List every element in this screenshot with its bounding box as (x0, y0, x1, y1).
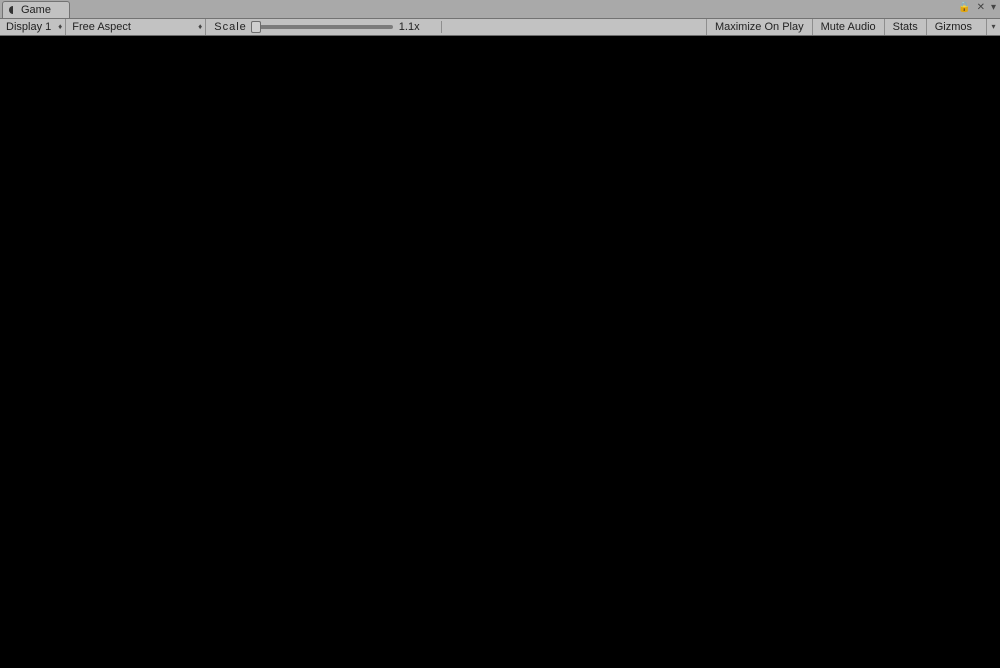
tab-bar: Game 🔒 ✕ ▾ (0, 0, 1000, 18)
scale-label: Scale (214, 21, 247, 33)
close-icon[interactable]: ✕ (977, 2, 985, 13)
display-label: Display 1 (6, 21, 51, 33)
aspect-label: Free Aspect (72, 21, 131, 33)
gizmos-dropdown-arrow[interactable]: ▾ (986, 19, 1000, 35)
scale-value: 1.1x (399, 21, 433, 33)
chevron-down-icon: ♦ (198, 23, 202, 31)
toolbar-left-group: Display 1 ♦ Free Aspect ♦ Scale 1.1x (0, 19, 442, 35)
tab-bar-right-icons: 🔒 ✕ ▾ (958, 2, 996, 13)
toolbar-right-group: Maximize On Play Mute Audio Stats Gizmos… (706, 19, 1000, 35)
stats-label: Stats (893, 21, 918, 33)
scale-control: Scale 1.1x (206, 21, 442, 33)
window-menu-icon[interactable]: ▾ (991, 2, 996, 13)
game-viewport (0, 36, 1000, 668)
chevron-down-icon: ♦ (58, 23, 62, 31)
tab-game[interactable]: Game (2, 1, 70, 18)
chevron-down-icon: ▾ (991, 23, 995, 31)
maximize-on-play-button[interactable]: Maximize On Play (706, 19, 812, 35)
tab-label: Game (21, 4, 51, 16)
mute-label: Mute Audio (821, 21, 876, 33)
lock-icon[interactable]: 🔒 (958, 2, 970, 13)
scale-slider-thumb[interactable] (251, 21, 261, 33)
display-dropdown[interactable]: Display 1 ♦ (0, 19, 66, 35)
stats-button[interactable]: Stats (884, 19, 926, 35)
gizmos-label: Gizmos (935, 21, 972, 33)
aspect-dropdown[interactable]: Free Aspect ♦ (66, 19, 206, 35)
scale-slider[interactable] (253, 25, 393, 29)
mute-audio-button[interactable]: Mute Audio (812, 19, 884, 35)
game-tab-icon (9, 5, 17, 15)
maximize-label: Maximize On Play (715, 21, 804, 33)
toolbar-spacer (442, 19, 706, 35)
gizmos-dropdown[interactable]: Gizmos (926, 19, 986, 35)
game-toolbar: Display 1 ♦ Free Aspect ♦ Scale 1.1x Max… (0, 18, 1000, 36)
